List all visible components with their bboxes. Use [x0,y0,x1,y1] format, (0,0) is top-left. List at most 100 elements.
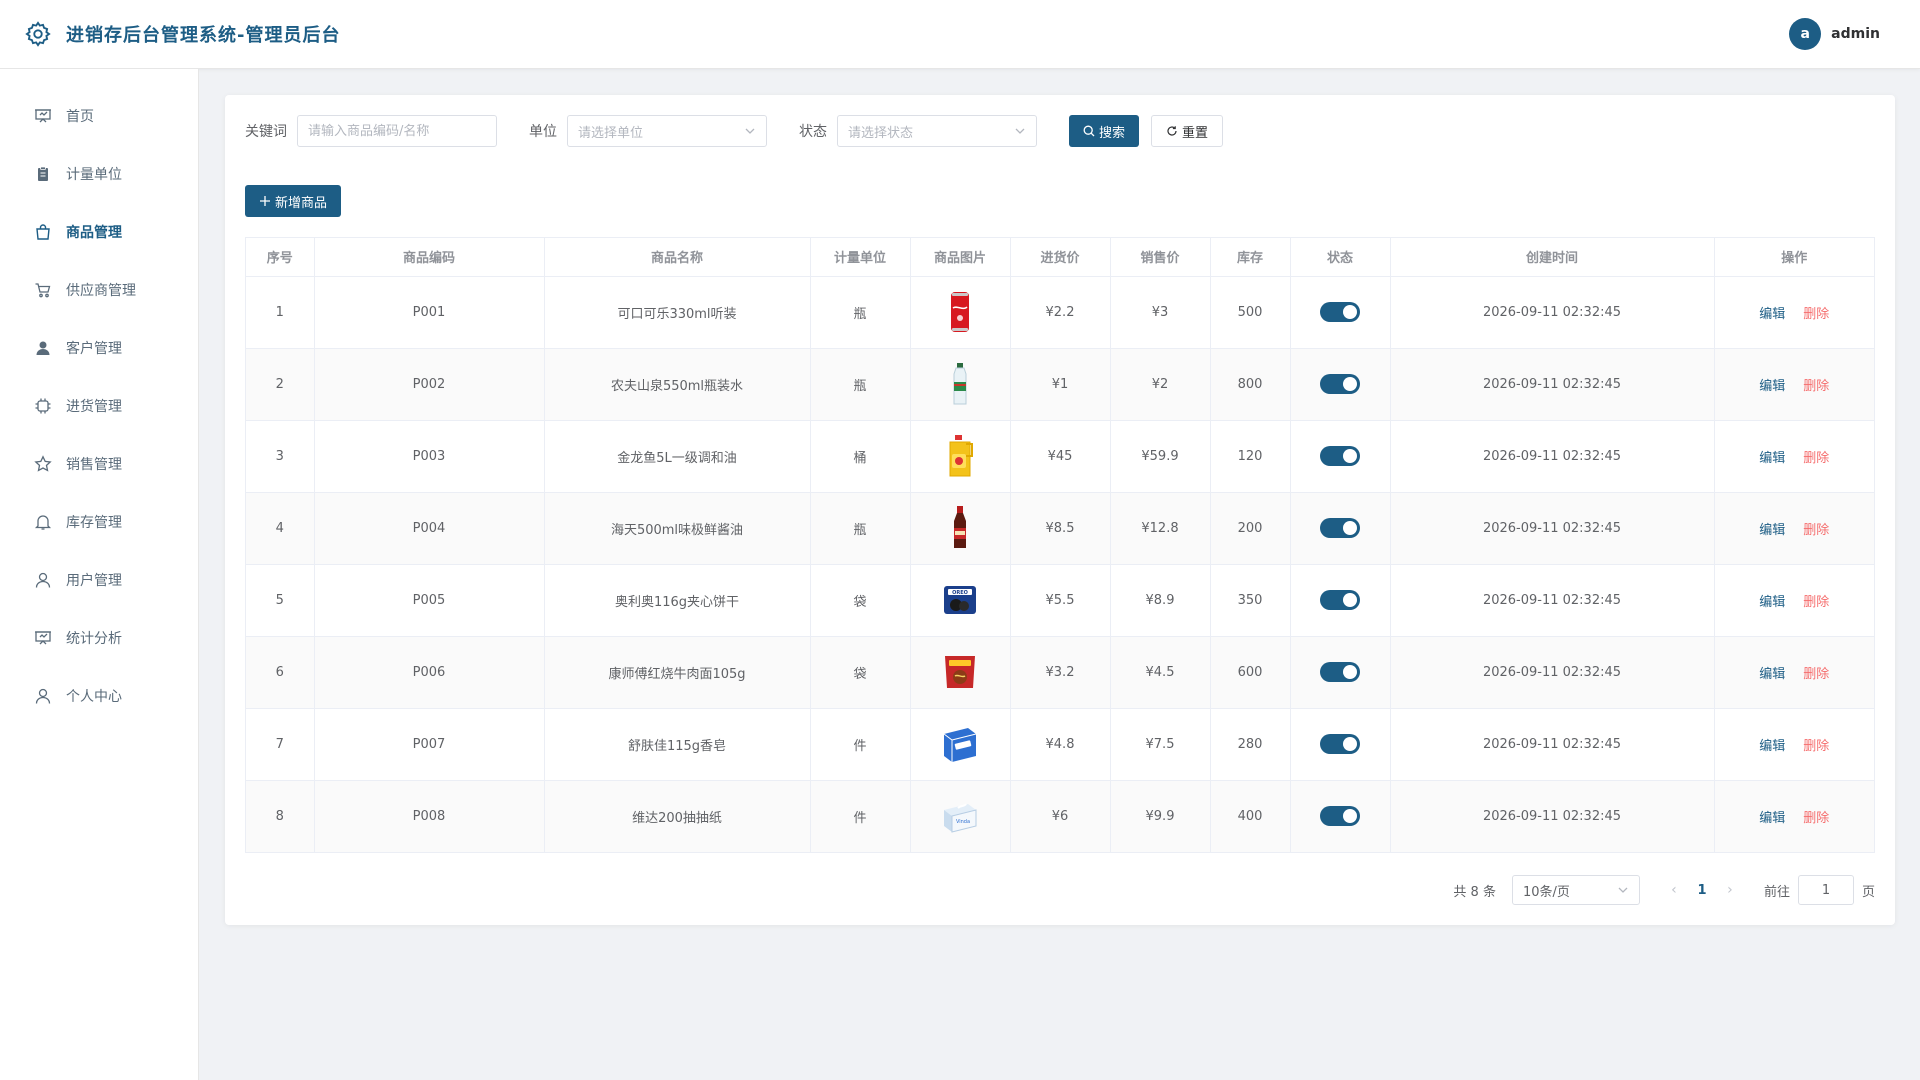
avatar[interactable]: a [1789,18,1822,50]
sidebar-item-6[interactable]: 销售管理 [0,435,198,493]
svg-text:OREO: OREO [952,590,968,596]
user-menu[interactable]: a admin [1789,18,1896,50]
sidebar-item-3[interactable]: 供应商管理 [0,261,198,319]
cell-image [910,276,1011,349]
edit-button[interactable]: 编辑 [1759,379,1785,394]
table-row: 1 P001 可口可乐330ml听装瓶 ¥2.2 ¥3 500 2026-09-11 02:… [246,276,1874,349]
cell-stock: 120 [1210,420,1291,493]
cell-name: 维达200抽抽纸 [544,780,811,852]
cell-image [910,492,1011,565]
cell-unit: 件 [810,780,911,852]
edit-button[interactable]: 编辑 [1759,739,1785,754]
shopping-bag-icon [34,223,52,241]
unit-select[interactable]: 请选择单位 [567,115,767,147]
username[interactable]: admin [1831,26,1880,42]
status-toggle[interactable] [1320,518,1360,538]
gear-icon [24,20,52,48]
search-button[interactable]: 搜索 [1069,115,1140,147]
star-icon [34,455,52,473]
product-image: OREO [940,576,980,624]
sidebar-item-8[interactable]: 用户管理 [0,551,198,609]
cell-index: 4 [246,492,315,565]
edit-button[interactable]: 编辑 [1759,667,1785,682]
sidebar-item-label: 统计分析 [66,631,122,647]
cell-price: ¥9.9 [1110,780,1211,852]
status-toggle[interactable] [1320,302,1360,322]
delete-button[interactable]: 删除 [1803,451,1829,466]
cell-unit: 瓶 [810,276,911,349]
sidebar-item-1[interactable]: 计量单位 [0,145,198,203]
page-size-select[interactable]: 10条/页 [1511,875,1640,905]
add-product-label: 新增商品 [275,195,328,211]
status-toggle[interactable] [1320,590,1360,610]
cell-code: P004 [314,492,545,565]
cell-cost: ¥45 [1010,420,1111,493]
cell-created: 2026-09-11 02:32:45 [1390,636,1715,709]
cell-stock: 500 [1210,276,1291,349]
edit-button[interactable]: 编辑 [1759,523,1785,538]
cell-image [910,636,1011,709]
page-number[interactable]: 1 [1688,883,1716,898]
sidebar-item-10[interactable]: 个人中心 [0,667,198,725]
delete-button[interactable]: 删除 [1803,811,1829,826]
cell-status [1290,636,1391,709]
page-size-value: 10条/页 [1522,884,1570,900]
delete-button[interactable]: 删除 [1803,739,1829,754]
sidebar-item-label: 用户管理 [66,573,122,589]
cell-unit: 瓶 [810,348,911,421]
sidebar-item-label: 库存管理 [66,515,122,531]
cell-name: 奥利奥116g夹心饼干 [544,564,811,637]
table-row: 5 P005 奥利奥116g夹心饼干袋 OREO ¥5.5 ¥8.9 350 2026-09-… [246,564,1874,637]
sidebar-item-4[interactable]: 客户管理 [0,319,198,377]
delete-button[interactable]: 删除 [1803,307,1829,322]
edit-button[interactable]: 编辑 [1759,595,1785,610]
sidebar-item-0[interactable]: 首页 [0,87,198,145]
cell-name: 舒肤佳115g香皂 [544,708,811,781]
status-label: 状态 [799,124,827,140]
brand: 进销存后台管理系统-管理员后台 [24,20,340,48]
next-page-icon[interactable]: › [1716,882,1744,898]
presentation-icon [34,629,52,647]
cart-icon [34,281,52,299]
edit-button[interactable]: 编辑 [1759,451,1785,466]
delete-button[interactable]: 删除 [1803,379,1829,394]
delete-button[interactable]: 删除 [1803,595,1829,610]
toggle-knob [1343,521,1357,535]
column-header: 商品名称 [544,238,811,277]
app-title: 进销存后台管理系统-管理员后台 [66,25,341,46]
reset-button[interactable]: 重置 [1151,115,1224,147]
product-image [940,288,980,336]
delete-button[interactable]: 删除 [1803,523,1829,538]
edit-button[interactable]: 编辑 [1759,811,1785,826]
status-toggle[interactable] [1320,734,1360,754]
plus-icon [260,196,270,206]
goto-page-input[interactable] [1797,875,1854,905]
status-toggle[interactable] [1320,374,1360,394]
delete-button[interactable]: 删除 [1803,667,1829,682]
status-toggle[interactable] [1320,662,1360,682]
prev-page-icon[interactable]: ‹ [1660,882,1688,898]
cell-status [1290,420,1391,493]
keyword-input[interactable] [297,115,497,147]
status-toggle[interactable] [1320,806,1360,827]
user-filled-icon [34,339,52,357]
cell-stock: 200 [1210,492,1291,565]
sidebar-item-7[interactable]: 库存管理 [0,493,198,551]
sidebar-item-2[interactable]: 商品管理 [0,203,198,261]
cell-actions: 编辑 删除 [1714,708,1874,781]
table-row: 6 P006 康师傅红烧牛肉面105g 袋 ¥3.2 ¥4.5 600 2026-09-11 … [246,636,1874,709]
status-select[interactable]: 请选择状态 [837,115,1037,147]
edit-button[interactable]: 编辑 [1759,307,1785,322]
reset-button-label: 重置 [1182,125,1209,141]
sidebar-item-9[interactable]: 统计分析 [0,609,198,667]
chevron-down-icon [1015,128,1025,134]
status-toggle[interactable] [1320,446,1360,466]
add-product-button[interactable]: 新增商品 [245,185,342,217]
refresh-icon [1167,126,1177,136]
toggle-knob [1343,377,1357,391]
cell-image [910,708,1011,781]
product-image [940,720,980,768]
cell-name: 海天500ml味极鲜酱油 [544,492,811,565]
product-image [940,504,980,552]
sidebar-item-5[interactable]: 进货管理 [0,377,198,435]
